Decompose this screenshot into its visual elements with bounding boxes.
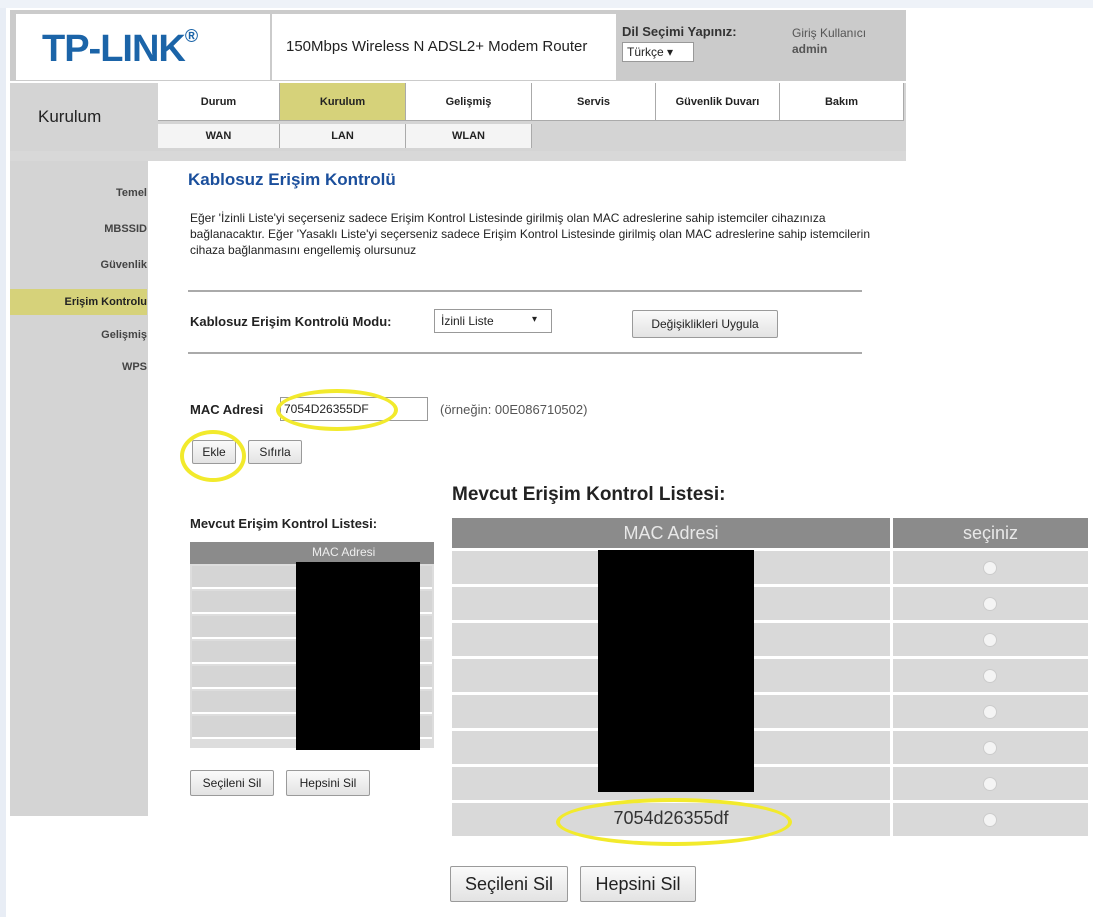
big-access-list-table: MAC Adresi seçiniz 7054d26355df xyxy=(452,518,1088,842)
row-radio[interactable] xyxy=(983,813,997,827)
row-radio[interactable] xyxy=(983,561,997,575)
row-radio[interactable] xyxy=(983,777,997,791)
apply-changes-button[interactable]: Değişiklikleri Uygula xyxy=(632,310,778,338)
nav-separator xyxy=(10,151,906,161)
subtab-wlan[interactable]: WLAN xyxy=(406,124,532,148)
select-column-header: seçiniz xyxy=(893,518,1088,548)
row-radio[interactable] xyxy=(983,705,997,719)
row-radio[interactable] xyxy=(983,633,997,647)
sidebar-item-wps[interactable]: WPS xyxy=(122,361,147,373)
divider xyxy=(188,352,862,354)
divider xyxy=(188,290,862,292)
tab-guvenlik-duvari[interactable]: Güvenlik Duvarı xyxy=(656,83,780,121)
row-select-cell xyxy=(893,659,1088,692)
section-title: Kurulum xyxy=(10,83,158,151)
tp-link-logo: TP-LINK® xyxy=(42,26,198,70)
row-select-cell xyxy=(893,587,1088,620)
delete-all-button-large[interactable]: Hepsini Sil xyxy=(580,866,696,902)
sidebar-item-guvenlik[interactable]: Güvenlik xyxy=(101,259,147,271)
row-select-cell xyxy=(893,767,1088,800)
redaction-block xyxy=(296,562,420,750)
browser-left-edge xyxy=(0,8,6,917)
subtab-wan[interactable]: WAN xyxy=(158,124,280,148)
router-header: TP-LINK® 150Mbps Wireless N ADSL2+ Modem… xyxy=(10,10,906,81)
sidebar: Temel MBSSID Güvenlik Erişim Kontrolu Ge… xyxy=(10,161,148,816)
mac-address-label: MAC Adresi xyxy=(190,402,264,417)
delete-selected-button-large[interactable]: Seçileni Sil xyxy=(450,866,568,902)
small-list-title: Mevcut Erişim Kontrol Listesi: xyxy=(190,516,378,531)
small-table-header: MAC Adresi xyxy=(190,542,434,564)
sidebar-item-temel[interactable]: Temel xyxy=(116,187,147,199)
sidebar-item-gelismis[interactable]: Gelişmiş xyxy=(101,329,147,341)
model-container: 150Mbps Wireless N ADSL2+ Modem Router xyxy=(272,14,616,80)
highlight-mac-row xyxy=(556,798,792,846)
highlight-mac-input xyxy=(276,389,398,431)
language-label: Dil Seçimi Yapınız: xyxy=(622,24,737,39)
row-select-cell xyxy=(893,695,1088,728)
model-name: 150Mbps Wireless N ADSL2+ Modem Router xyxy=(286,38,588,55)
mode-value: İzinli Liste xyxy=(441,314,494,328)
tab-bakim[interactable]: Bakım xyxy=(780,83,904,121)
row-radio[interactable] xyxy=(983,741,997,755)
subtab-lan[interactable]: LAN xyxy=(280,124,406,148)
browser-top-edge xyxy=(0,0,1093,8)
redaction-block xyxy=(598,550,754,792)
chevron-down-icon: ▾ xyxy=(531,314,537,325)
tab-gelismis[interactable]: Gelişmiş xyxy=(406,83,532,121)
row-select-cell xyxy=(893,623,1088,656)
logo-container: TP-LINK® xyxy=(16,14,270,80)
row-radio[interactable] xyxy=(983,597,997,611)
row-radio[interactable] xyxy=(983,669,997,683)
delete-all-button[interactable]: Hepsini Sil xyxy=(286,770,370,796)
page-title: Kablosuz Erişim Kontrolü xyxy=(188,170,396,189)
tab-durum[interactable]: Durum xyxy=(158,83,280,121)
row-select-cell xyxy=(893,731,1088,764)
page-description: Eğer 'İzinli Liste'yi seçerseniz sadece … xyxy=(190,211,870,257)
highlight-add-button xyxy=(180,430,246,482)
mac-address-example: (örneğin: 00E086710502) xyxy=(440,402,588,417)
tab-servis[interactable]: Servis xyxy=(532,83,656,121)
row-select-cell xyxy=(893,551,1088,584)
mode-select[interactable]: İzinli Liste ▾ xyxy=(434,309,552,333)
row-select-cell xyxy=(893,803,1088,836)
sidebar-item-mbssid[interactable]: MBSSID xyxy=(104,223,147,235)
mode-label: Kablosuz Erişim Kontrolü Modu: xyxy=(190,314,392,329)
delete-selected-button[interactable]: Seçileni Sil xyxy=(190,770,274,796)
reset-button[interactable]: Sıfırla xyxy=(248,440,302,464)
tab-kurulum[interactable]: Kurulum xyxy=(280,83,406,121)
user-name: admin xyxy=(792,42,828,56)
mac-column-header: MAC Adresi xyxy=(452,518,890,548)
big-list-title: Mevcut Erişim Kontrol Listesi: xyxy=(452,484,726,505)
sidebar-item-erisim-kontrolu[interactable]: Erişim Kontrolu xyxy=(10,289,147,315)
language-select[interactable]: Türkçe ▾ xyxy=(622,42,694,62)
user-label: Giriş Kullanıcı xyxy=(792,26,867,40)
